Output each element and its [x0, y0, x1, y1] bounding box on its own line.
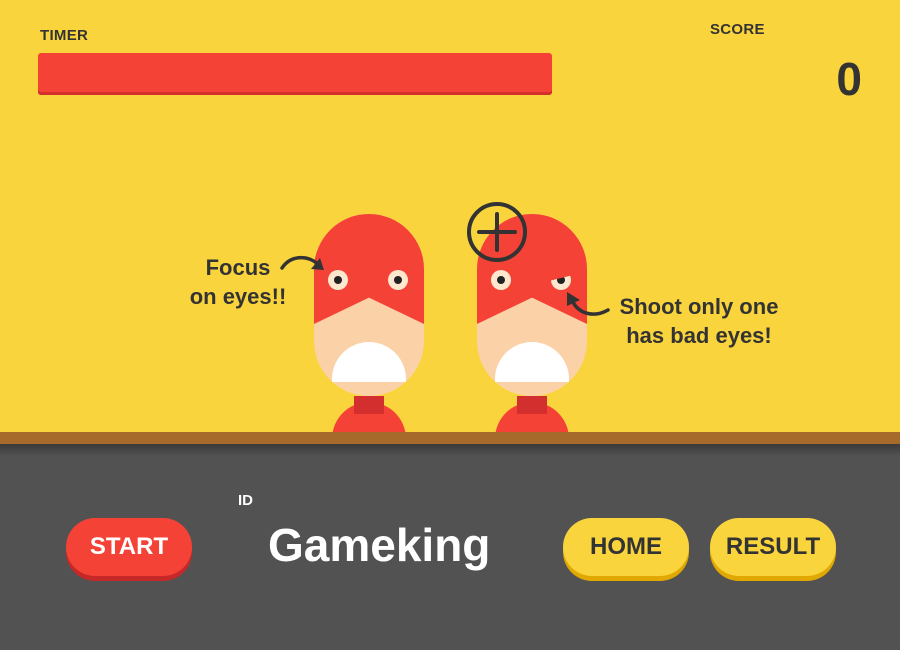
play-area[interactable]: TIMER SCORE 0 Focus on eyes!! Shoot only… [0, 0, 900, 442]
player-id: Gameking [268, 519, 491, 571]
timer-bar [38, 53, 636, 95]
left-eye [491, 270, 511, 290]
home-button[interactable]: HOME [563, 518, 689, 576]
hint-right: Shoot only one has bad eyes! [606, 292, 792, 350]
game-screen: TIMER SCORE 0 Focus on eyes!! Shoot only… [0, 0, 900, 650]
character-neck [354, 396, 384, 414]
arrow-icon [567, 292, 610, 316]
right-eye-angry [546, 265, 573, 290]
hint-right-line1: Shoot only one [619, 294, 779, 319]
right-eye [388, 270, 408, 290]
timer-bar-fill [38, 53, 553, 95]
timer-label: TIMER [40, 27, 89, 44]
start-button[interactable]: START [66, 518, 192, 576]
character-neck [517, 396, 547, 414]
counter-ledge [0, 432, 900, 444]
result-button[interactable]: RESULT [710, 518, 836, 576]
left-eye [328, 270, 348, 290]
id-label: ID [238, 492, 253, 509]
character-mouth [495, 342, 569, 382]
crosshair-icon[interactable] [465, 200, 529, 264]
score-value: 0 [836, 53, 862, 105]
hint-right-line2: has bad eyes! [626, 323, 772, 348]
character-head [314, 214, 424, 396]
target-character-normal[interactable] [314, 214, 424, 442]
character-mask [314, 214, 424, 324]
ledge-shadow [0, 444, 900, 456]
arrow-icon [280, 255, 324, 270]
score-label: SCORE [710, 21, 765, 38]
character-mouth [332, 342, 406, 382]
hint-left-line2: on eyes!! [189, 284, 287, 309]
